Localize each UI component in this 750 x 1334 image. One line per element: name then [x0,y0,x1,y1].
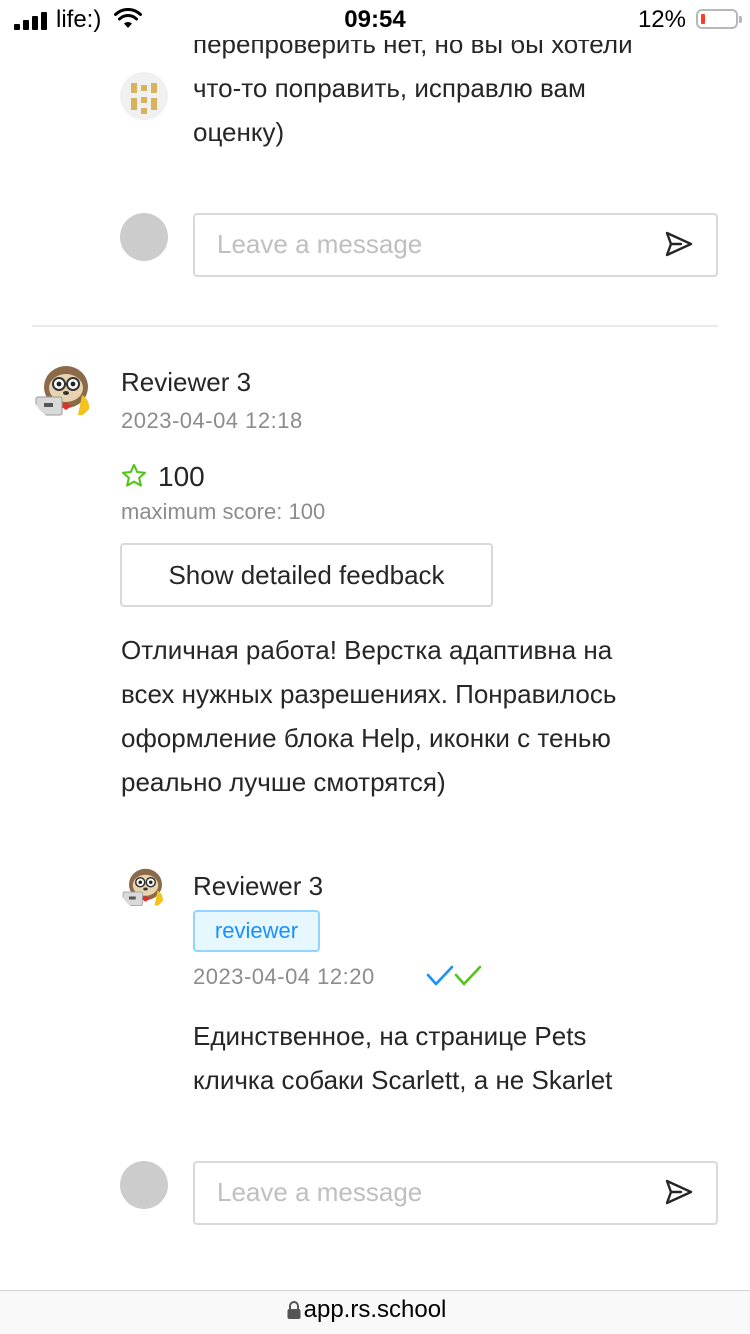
reviewer-avatar [32,357,96,421]
top-comment-text: перепроверить нет, но вы бы хотели что-т… [193,22,713,154]
send-icon[interactable] [664,229,694,259]
reviewer-name: Reviewer 3 [121,367,252,397]
current-user-avatar [120,1161,168,1209]
review-line: реально лучше смотрятся) [121,767,446,797]
reply-text: Единственное, на странице Pets кличка со… [193,1014,723,1102]
reply-line: кличка собаки Scarlett, а не Skarlet [193,1065,613,1095]
battery-icon [696,9,742,29]
comment-line: что-то поправить, исправлю вам [193,73,586,103]
current-user-avatar [120,213,168,261]
message-input[interactable]: Leave a message [193,1161,718,1225]
reply-author-avatar [120,862,168,910]
message-placeholder: Leave a message [217,1177,423,1207]
status-bar: life:) 09:54 12% [0,0,750,40]
reply-line: Единственное, на странице Pets [193,1021,587,1051]
message-placeholder: Leave a message [217,229,423,259]
message-input[interactable]: Leave a message [193,213,718,277]
url-text[interactable]: app.rs.school [0,1296,750,1324]
reply-date: 2023-04-04 12:20 [193,964,375,989]
divider [32,325,718,327]
max-score: maximum score: 100 [121,499,326,524]
review-line: оформление блока Help, иконки с тенью [121,723,611,753]
star-icon [121,463,147,487]
reviewer-tag: reviewer [193,910,320,952]
battery-level [701,14,705,24]
review-line: Отличная работа! Верстка адаптивна на [121,635,613,665]
review-date: 2023-04-04 12:18 [121,408,303,433]
commenter-avatar [120,72,168,120]
reply-author-name: Reviewer 3 [193,871,324,901]
review-text: Отличная работа! Верстка адаптивна на вс… [121,628,721,804]
show-detailed-feedback-button[interactable]: Show detailed feedback [120,543,493,607]
read-checkmarks-icon [426,965,482,986]
review-line: всех нужных разрешениях. Понравилось [121,679,617,709]
comment-line: оценку) [193,117,285,147]
score-value: 100 [158,461,205,492]
send-icon[interactable] [664,1177,694,1207]
battery-percent: 12% [637,6,686,33]
